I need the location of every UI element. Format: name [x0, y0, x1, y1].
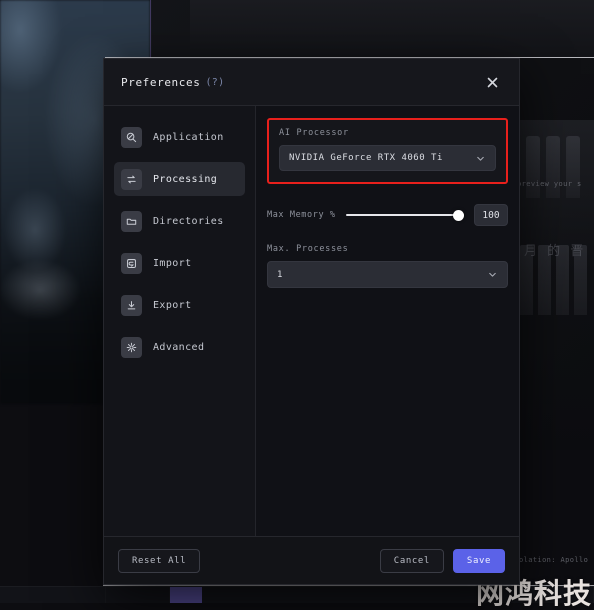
max-processes-select[interactable]: 1: [267, 261, 508, 288]
sidebar-item-label: Directories: [153, 215, 224, 227]
sidebar-item-label: Processing: [153, 173, 218, 185]
background-preview-caption: preview your s: [517, 180, 582, 188]
filmstrip-selected-clip[interactable]: [170, 587, 202, 603]
dialog-body: Application Processing Directories Impor…: [104, 106, 519, 536]
import-icon: [121, 252, 142, 274]
exchange-icon: [121, 168, 142, 190]
cancel-button[interactable]: Cancel: [379, 548, 444, 573]
background-canvas-sheen: [190, 0, 594, 58]
max-memory-row: Max Memory % 100: [267, 204, 508, 226]
max-memory-value[interactable]: 100: [474, 204, 508, 226]
screen: preview your s 月 的 晋 天 olation: Apollo 网…: [0, 0, 594, 610]
background-bottom-caption: olation: Apollo: [519, 556, 589, 564]
dialog-header: Preferences (?): [104, 59, 519, 106]
sidebar-item-application[interactable]: Application: [114, 120, 245, 154]
preferences-dialog: Preferences (?) Application Processing D…: [103, 58, 520, 585]
ai-processor-value: NVIDIA GeForce RTX 4060 Ti: [289, 153, 443, 163]
max-processes-value: 1: [277, 269, 283, 280]
max-processes-label: Max. Processes: [267, 244, 349, 254]
sidebar-item-export[interactable]: Export: [114, 288, 245, 322]
page-title: Preferences: [121, 75, 201, 89]
sidebar-item-label: Export: [153, 299, 192, 311]
processing-settings-pane: AI Processor NVIDIA GeForce RTX 4060 Ti …: [256, 106, 519, 536]
reset-all-button[interactable]: Reset All: [118, 548, 201, 573]
save-button[interactable]: Save: [452, 548, 505, 573]
max-memory-label: Max Memory %: [267, 210, 336, 220]
max-processes-block: Max. Processes 1: [267, 244, 508, 288]
ai-processor-select[interactable]: NVIDIA GeForce RTX 4060 Ti: [279, 145, 496, 171]
folder-icon: [121, 210, 142, 232]
sidebar-item-advanced[interactable]: Advanced: [114, 330, 245, 364]
sidebar-item-import[interactable]: Import: [114, 246, 245, 280]
brush-icon: [121, 126, 142, 148]
export-icon: [121, 294, 142, 316]
sidebar-item-label: Advanced: [153, 341, 205, 353]
ai-processor-highlight: AI Processor NVIDIA GeForce RTX 4060 Ti: [267, 118, 508, 184]
dialog-footer: Reset All Cancel Save: [104, 536, 519, 584]
help-hint[interactable]: (?): [205, 77, 224, 88]
ai-processor-label: AI Processor: [279, 128, 349, 138]
sidebar-item-label: Application: [153, 131, 224, 143]
close-icon[interactable]: [481, 71, 503, 93]
background-cjk-caption: 月 的 晋 天: [524, 244, 594, 259]
chevron-down-icon: [487, 269, 498, 280]
gear-icon: [121, 336, 142, 358]
slider-knob[interactable]: [453, 209, 464, 221]
sidebar-item-processing[interactable]: Processing: [114, 162, 245, 196]
max-memory-slider[interactable]: [345, 208, 464, 222]
sidebar-item-directories[interactable]: Directories: [114, 204, 245, 238]
settings-sidebar: Application Processing Directories Impor…: [104, 106, 256, 536]
sidebar-item-label: Import: [153, 257, 192, 269]
chevron-down-icon: [475, 153, 486, 164]
slider-track: [345, 214, 464, 216]
